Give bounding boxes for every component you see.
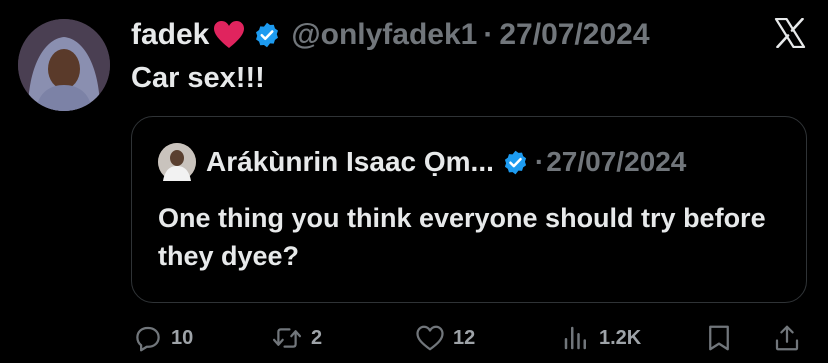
views-count: 1.2K [599, 326, 642, 349]
tweet-date[interactable]: 27/07/2024 [499, 18, 649, 52]
x-logo-icon[interactable] [774, 18, 806, 48]
retweet-count: 2 [311, 326, 323, 349]
quoted-tweet-date[interactable]: 27/07/2024 [546, 146, 686, 178]
bookmark-icon [705, 323, 733, 353]
author-handle[interactable]: @onlyfadek1 [291, 18, 477, 52]
reply-count: 10 [171, 326, 194, 349]
reply-button[interactable]: 10 [133, 320, 193, 356]
like-button[interactable]: 12 [415, 320, 475, 356]
bookmark-button[interactable] [705, 320, 733, 356]
separator-dot: · [483, 18, 494, 51]
reply-icon [133, 323, 163, 353]
views-button[interactable]: 1.2K [561, 320, 641, 356]
quoted-separator-dot: · [534, 146, 545, 177]
quoted-tweet-text: One thing you think everyone should try … [158, 203, 766, 271]
tweet-text: Car sex!!! [131, 62, 265, 94]
tweet-header: fadek @onlyfadek1 · 27/07/2024 [131, 14, 650, 56]
quoted-author-avatar[interactable] [158, 143, 196, 181]
tweet-actions: 10 2 12 1.2K [131, 320, 807, 356]
views-icon [561, 323, 591, 353]
share-icon [773, 323, 801, 353]
like-icon [415, 324, 445, 352]
verified-badge-icon [253, 21, 281, 49]
quoted-author-name[interactable]: Arákùnrin Isaac Ọm... [206, 146, 494, 178]
heart-icon [213, 20, 245, 50]
quoted-tweet-header: Arákùnrin Isaac Ọm... · 27/07/2024 [158, 143, 686, 181]
like-count: 12 [453, 326, 476, 349]
share-button[interactable] [773, 320, 801, 356]
quoted-tweet[interactable]: Arákùnrin Isaac Ọm... · 27/07/2024 One t… [131, 116, 807, 303]
author-name[interactable]: fadek [131, 18, 209, 52]
quoted-verified-badge-icon [502, 149, 529, 176]
retweet-button[interactable]: 2 [271, 320, 322, 356]
author-avatar[interactable] [18, 19, 110, 111]
retweet-icon [271, 323, 303, 353]
